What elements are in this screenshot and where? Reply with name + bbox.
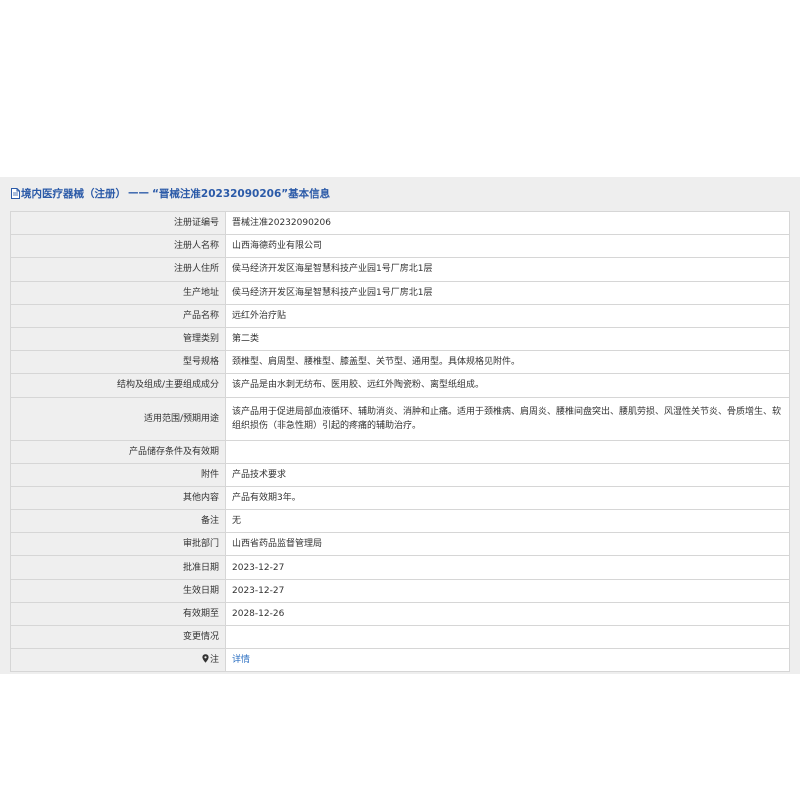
table-row: 管理类别 第二类 (10, 326, 790, 352)
row-value (225, 439, 790, 464)
row-value: 侯马经济开发区海星智慧科技产业园1号厂房北1层 (225, 280, 790, 305)
table-row: 其他内容 产品有效期3年。 (10, 485, 790, 511)
table-row: 注册证编号 晋械注准20232090206 (10, 210, 790, 236)
table-row: 有效期至 2028-12-26 (10, 601, 790, 627)
row-label: 批准日期 (10, 555, 226, 580)
row-label: 其他内容 (10, 485, 226, 511)
row-value: 该产品用于促进局部血液循环、辅助消炎、消肿和止痛。适用于颈椎病、肩周炎、腰椎间盘… (225, 396, 790, 441)
table-row: 注册人名称 山西海德药业有限公司 (10, 234, 790, 259)
row-label: 型号规格 (10, 350, 226, 375)
row-value: 晋械注准20232090206 (225, 210, 790, 236)
row-label: 注 (209, 655, 219, 666)
row-label: 审批部门 (10, 532, 226, 557)
row-label: 附件 (10, 462, 226, 487)
row-value: 远红外治疗贴 (225, 303, 790, 328)
row-label: 有效期至 (10, 601, 226, 627)
table-row: 附件 产品技术要求 (10, 462, 790, 487)
page-title: 境内医疗器械（注册） —— “晋械注准20232090206”基本信息 (11, 185, 330, 201)
table-row: 生产地址 侯马经济开发区海星智慧科技产业园1号厂房北1层 (10, 280, 790, 305)
row-label: 生产地址 (10, 280, 226, 305)
table-row: 结构及组成/主要组成成分 该产品是由水刺无纺布、医用胶、远红外陶瓷粉、离型纸组成… (10, 373, 790, 398)
page: 境内医疗器械（注册） —— “晋械注准20232090206”基本信息 注册证编… (0, 0, 800, 800)
table-row: 批准日期 2023-12-27 (10, 555, 790, 580)
row-label: 产品名称 (10, 303, 226, 328)
info-table-container: 注册证编号 晋械注准20232090206 注册人名称 山西海德药业有限公司 注… (10, 210, 790, 673)
row-label: 适用范围/预期用途 (10, 396, 226, 441)
row-value: 2023-12-27 (225, 555, 790, 580)
table-row: 变更情况 (10, 624, 790, 650)
row-label: 生效日期 (10, 578, 226, 603)
table-row: 适用范围/预期用途 该产品用于促进局部血液循环、辅助消炎、消肿和止痛。适用于颈椎… (10, 396, 790, 441)
row-value: 无 (225, 509, 790, 534)
row-label: 备注 (10, 509, 226, 534)
row-value: 山西省药品监督管理局 (225, 532, 790, 557)
row-label: 管理类别 (10, 326, 226, 352)
row-label: 变更情况 (10, 624, 226, 650)
row-value: 2028-12-26 (225, 601, 790, 627)
record-title: “晋械注准20232090206”基本信息 (152, 187, 331, 200)
row-label: 注册人住所 (10, 257, 226, 282)
note-label-cell: 注 (10, 648, 226, 673)
row-value (225, 624, 790, 650)
row-label: 结构及组成/主要组成成分 (10, 373, 226, 398)
row-value: 产品技术要求 (225, 462, 790, 487)
table-row: 产品名称 远红外治疗贴 (10, 303, 790, 328)
details-link[interactable]: 详情 (232, 655, 250, 665)
row-label: 注册人名称 (10, 234, 226, 259)
pin-icon (202, 654, 209, 663)
table-row: 注 详情 (10, 648, 790, 673)
row-value: 第二类 (225, 326, 790, 352)
row-value: 该产品是由水刺无纺布、医用胶、远红外陶瓷粉、离型纸组成。 (225, 373, 790, 398)
row-value: 2023-12-27 (225, 578, 790, 603)
category-title: 境内医疗器械（注册） (21, 187, 126, 200)
row-label: 产品储存条件及有效期 (10, 439, 226, 464)
row-value: 颈椎型、肩周型、腰椎型、膝盖型、关节型、通用型。具体规格见附件。 (225, 350, 790, 375)
table-row: 注册人住所 侯马经济开发区海星智慧科技产业园1号厂房北1层 (10, 257, 790, 282)
row-value: 产品有效期3年。 (225, 485, 790, 511)
row-label: 注册证编号 (10, 210, 226, 236)
table-row: 产品储存条件及有效期 (10, 439, 790, 464)
table-row: 生效日期 2023-12-27 (10, 578, 790, 603)
document-icon (11, 187, 20, 199)
row-value: 侯马经济开发区海星智慧科技产业园1号厂房北1层 (225, 257, 790, 282)
info-table: 注册证编号 晋械注准20232090206 注册人名称 山西海德药业有限公司 注… (10, 210, 790, 673)
title-separator: —— (128, 187, 149, 199)
table-row: 备注 无 (10, 509, 790, 534)
table-row: 型号规格 颈椎型、肩周型、腰椎型、膝盖型、关节型、通用型。具体规格见附件。 (10, 350, 790, 375)
row-value: 山西海德药业有限公司 (225, 234, 790, 259)
row-value: 详情 (225, 648, 790, 673)
table-row: 审批部门 山西省药品监督管理局 (10, 532, 790, 557)
